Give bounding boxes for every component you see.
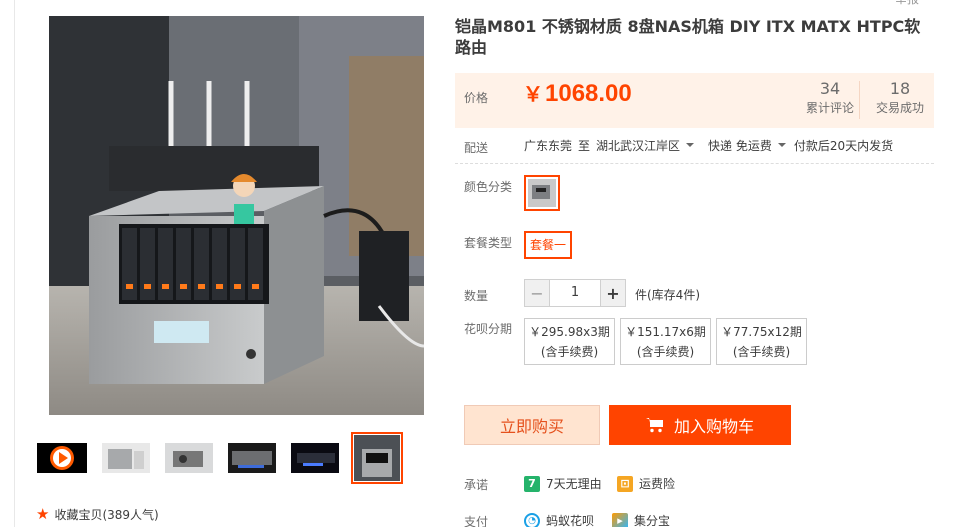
stock-text: 件(库存4件) [635, 288, 700, 302]
delivery-dispatch: 付款后20天内发货 [793, 139, 894, 153]
chevron-down-icon[interactable] [777, 142, 786, 147]
installment-fee-note: (含手续费) [732, 345, 791, 359]
reviews-label: 累计评论 [805, 101, 854, 115]
installment-fee-note: (含手续费) [540, 345, 599, 359]
quantity-minus-button[interactable]: − [524, 279, 550, 307]
huabei-icon: ◔ [524, 512, 540, 527]
thumbnail-video[interactable] [36, 432, 88, 484]
favorite-button[interactable]: ★ 收藏宝贝 (389人气) [36, 506, 159, 523]
thumbnail-4[interactable] [226, 432, 278, 484]
installment-amount: ￥295.98x3期 [529, 325, 610, 339]
stat-divider [859, 81, 860, 119]
delivery-from: 广东东莞 [524, 139, 573, 153]
star-icon: ★ [36, 505, 50, 523]
main-product-image[interactable] [49, 16, 424, 415]
payment-jifenbao-label: 集分宝 [634, 514, 671, 527]
installment-option-12[interactable]: ￥77.75x12期 (含手续费) [716, 318, 807, 365]
payment-huabei-label: 蚂蚁花呗 [546, 514, 595, 527]
installment-option-3[interactable]: ￥295.98x3期 (含手续费) [524, 318, 615, 365]
installment-amount: ￥77.75x12期 [721, 325, 802, 339]
installment-option-6[interactable]: ￥151.17x6期 (含手续费) [620, 318, 711, 365]
divider [455, 163, 934, 164]
price-panel: 价格 ￥1068.00 34 累计评论 18 交易成功 [455, 73, 934, 128]
add-to-cart-label: 加入购物车 [673, 417, 754, 436]
delivery-to-word: 至 [578, 139, 591, 153]
delivery-row: 广东东莞 至 湖北武汉江岸区 快递 免运费 付款后20天内发货 [524, 137, 893, 154]
color-label: 颜色分类 [464, 180, 513, 194]
quantity-label: 数量 [464, 289, 489, 303]
quantity-input[interactable]: 1 [550, 279, 600, 307]
promise-label: 承诺 [464, 478, 489, 492]
thumbnail-6[interactable] [351, 432, 403, 484]
quantity-stepper: − 1 + [524, 279, 626, 307]
thumbnail-5[interactable] [289, 432, 341, 484]
play-icon [50, 446, 74, 470]
thumbnail-strip [36, 432, 416, 484]
promise-7day[interactable]: 7 7天无理由 [524, 475, 602, 492]
report-link[interactable]: 举报 [895, 0, 919, 7]
reviews-stat[interactable]: 34 累计评论 [795, 79, 865, 117]
sales-count: 18 [889, 79, 911, 98]
quantity-plus-button[interactable]: + [600, 279, 626, 307]
reviews-count: 34 [819, 79, 841, 98]
payment-label: 支付 [464, 515, 489, 527]
promise-shipping-insurance[interactable]: ⊡ 运费险 [617, 475, 675, 492]
product-title: 铠晶M801 不锈钢材质 8盘NAS机箱 DIY ITX MATX HTPC软路… [455, 17, 921, 57]
currency-symbol: ￥ [523, 84, 543, 106]
cart-icon [645, 418, 663, 433]
delivery-shipping[interactable]: 快递 免运费 [708, 137, 772, 154]
thumbnail-2[interactable] [100, 432, 152, 484]
price-value: ￥1068.00 [523, 79, 632, 110]
installment-fee-note: (含手续费) [636, 345, 695, 359]
shipping-insurance-icon: ⊡ [617, 475, 633, 492]
package-option-selected[interactable]: 套餐一 [524, 231, 573, 259]
favorite-label: 收藏宝贝 [54, 508, 103, 522]
promise-7day-label: 7天无理由 [546, 477, 602, 491]
left-divider [14, 0, 15, 527]
color-option-selected[interactable] [524, 175, 560, 211]
installment-label: 花呗分期 [464, 322, 513, 336]
buy-now-button[interactable]: 立即购买 [464, 405, 600, 445]
promise-insurance-label: 运费险 [639, 477, 676, 491]
price-label: 价格 [464, 91, 489, 105]
delivery-label: 配送 [464, 141, 489, 155]
sales-stat: 18 交易成功 [865, 79, 935, 117]
installment-amount: ￥151.17x6期 [625, 325, 706, 339]
thumbnail-3[interactable] [163, 432, 215, 484]
payment-jifenbao[interactable]: ▸ 集分宝 [612, 512, 670, 527]
sales-label: 交易成功 [875, 101, 924, 115]
add-to-cart-button[interactable]: 加入购物车 [609, 405, 791, 445]
favorite-count: (389人气) [102, 508, 159, 522]
seven-day-icon: 7 [524, 475, 540, 492]
price-amount: 1068.00 [545, 80, 632, 107]
chevron-down-icon[interactable] [686, 142, 695, 147]
delivery-destination[interactable]: 湖北武汉江岸区 [596, 137, 680, 154]
jifenbao-icon: ▸ [612, 512, 628, 527]
package-label: 套餐类型 [464, 236, 513, 250]
payment-huabei[interactable]: ◔ 蚂蚁花呗 [524, 512, 594, 527]
